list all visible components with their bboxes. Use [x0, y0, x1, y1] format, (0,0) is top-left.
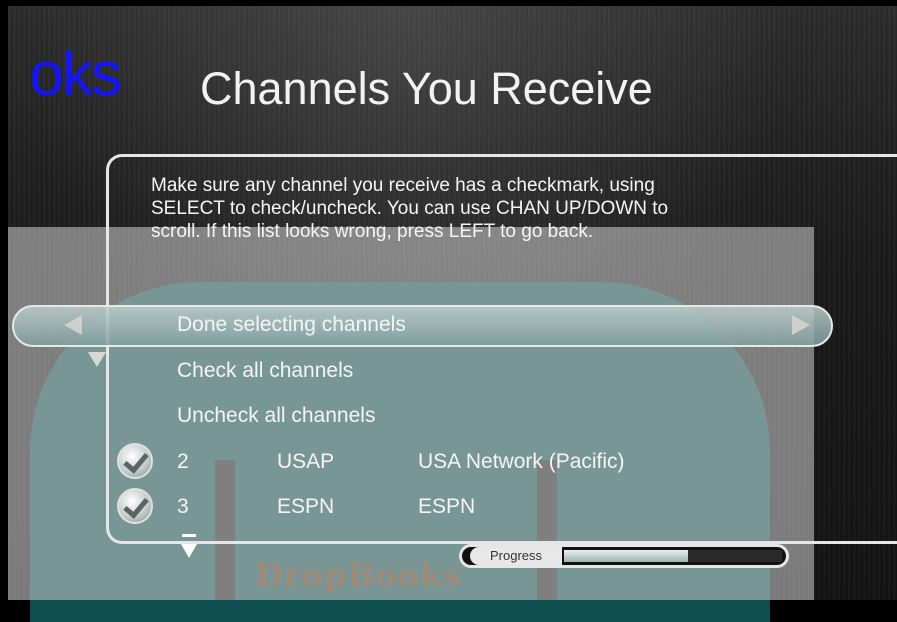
channel-number: 3: [177, 495, 189, 518]
channel-name: USA Network (Pacific): [418, 450, 625, 473]
channel-callsign: ESPN: [277, 495, 335, 518]
instructions-line: Make sure any channel you receive has a …: [151, 175, 655, 196]
channel-name: ESPN: [418, 495, 476, 518]
channel-number: 2: [177, 450, 189, 473]
instructions-line: scroll. If this list looks wrong, press …: [151, 221, 594, 242]
page-title: Channels You Receive: [200, 63, 653, 114]
down-arrow-icon: [88, 352, 106, 367]
channel-callsign: USAP: [277, 450, 335, 473]
progress-fill: [564, 550, 689, 562]
watermark: DropBooks: [255, 556, 463, 594]
progress-track: [564, 550, 782, 562]
menu-item-done[interactable]: Done selecting channels: [177, 313, 406, 337]
scroll-down-icon[interactable]: [179, 532, 199, 566]
instructions-text: Make sure any channel you receive has a …: [151, 174, 811, 243]
menu-item-uncheck-all[interactable]: Uncheck all channels: [177, 404, 375, 428]
channel-row[interactable]: 2 USAP USA Network (Pacific): [0, 443, 897, 483]
left-arrow-icon[interactable]: [64, 315, 82, 335]
right-arrow-icon[interactable]: [792, 315, 810, 335]
progress-bar: Progress: [459, 544, 789, 568]
checkmark-icon[interactable]: [117, 488, 153, 524]
progress-label: Progress: [470, 547, 562, 565]
instructions-line: SELECT to check/uncheck. You can use CHA…: [151, 198, 669, 219]
channel-row[interactable]: 3 ESPN ESPN: [0, 488, 897, 528]
brand-logo-text: oks: [29, 44, 120, 106]
selection-highlight[interactable]: [12, 305, 833, 347]
checkmark-icon[interactable]: [117, 443, 153, 479]
menu-item-check-all[interactable]: Check all channels: [177, 359, 353, 383]
